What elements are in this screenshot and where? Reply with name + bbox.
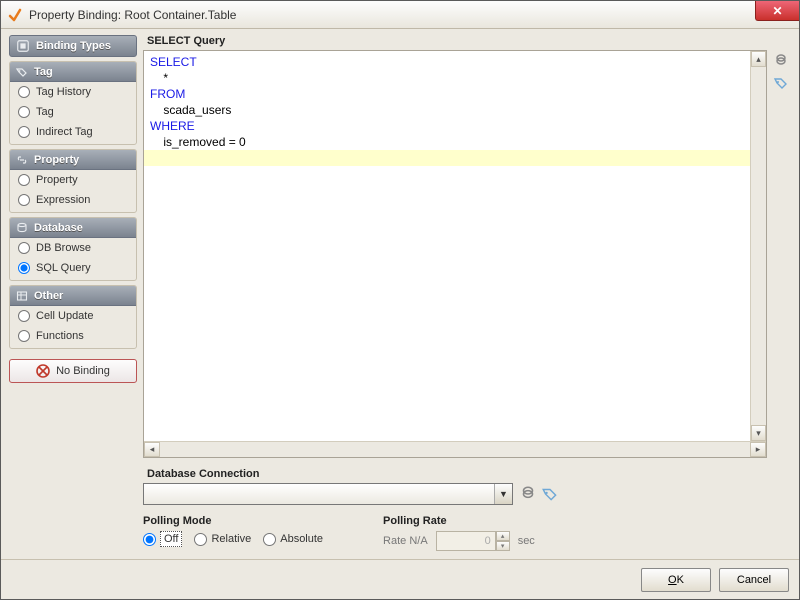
chevron-down-icon: ▼ xyxy=(494,484,512,504)
rate-unit: sec xyxy=(518,535,535,547)
sidebar-item-cell-update[interactable]: Cell Update xyxy=(10,306,136,326)
radio-property[interactable] xyxy=(18,174,30,186)
app-icon xyxy=(7,7,23,23)
rate-spinner: ▴ ▾ xyxy=(436,531,510,551)
binding-types-icon xyxy=(16,39,30,53)
scroll-right-button[interactable]: ▸ xyxy=(750,442,766,457)
rate-spin-up: ▴ xyxy=(496,531,510,541)
insert-property-icon[interactable] xyxy=(772,52,790,70)
polling-radio-off[interactable] xyxy=(143,533,156,546)
group-title: Property xyxy=(34,154,79,166)
window-title: Property Binding: Root Container.Table xyxy=(29,8,236,22)
scroll-down-button[interactable]: ▾ xyxy=(751,425,766,441)
polling-radio-absolute[interactable] xyxy=(263,533,276,546)
main-panel: SELECT Query SELECT * FROM scada_users W… xyxy=(143,35,791,551)
db-connection-dropdown[interactable]: ▼ xyxy=(143,483,513,505)
sidebar-item-label: Property xyxy=(36,174,78,186)
radio-sql-query[interactable] xyxy=(18,262,30,274)
group-title: Tag xyxy=(34,66,53,78)
radio-tag-history[interactable] xyxy=(18,86,30,98)
radio-functions[interactable] xyxy=(18,330,30,342)
radio-tag[interactable] xyxy=(18,106,30,118)
polling-option-off[interactable]: Off xyxy=(143,531,182,547)
polling-option-label: Absolute xyxy=(280,533,323,545)
sidebar-item-label: Tag xyxy=(36,106,54,118)
sidebar-group-database: Database DB Browse SQL Query xyxy=(9,217,137,281)
no-binding-icon xyxy=(36,364,50,378)
sidebar: Binding Types Tag Tag History Tag Indirect … xyxy=(9,35,137,551)
sidebar-item-property[interactable]: Property xyxy=(10,170,136,190)
footer: OK Cancel xyxy=(1,559,799,599)
polling-option-absolute[interactable]: Absolute xyxy=(263,533,323,546)
editor-wrap: SELECT * FROM scada_users WHERE is_remov… xyxy=(143,50,791,458)
sidebar-item-tag-history[interactable]: Tag History xyxy=(10,82,136,102)
vertical-scrollbar[interactable]: ▴ ▾ xyxy=(750,51,766,441)
cancel-button[interactable]: Cancel xyxy=(719,568,789,592)
sidebar-item-indirect-tag[interactable]: Indirect Tag xyxy=(10,122,136,142)
polling-rate-label: Polling Rate xyxy=(383,515,535,527)
group-header-property: Property xyxy=(10,150,136,170)
sidebar-header: Binding Types xyxy=(9,35,137,57)
radio-cell-update[interactable] xyxy=(18,310,30,322)
titlebar: Property Binding: Root Container.Table ✕ xyxy=(1,1,799,29)
body: Binding Types Tag Tag History Tag Indirect … xyxy=(1,29,799,559)
polling-mode-label: Polling Mode xyxy=(143,515,323,527)
close-button[interactable]: ✕ xyxy=(755,1,799,21)
radio-db-browse[interactable] xyxy=(18,242,30,254)
db-tag-icon[interactable] xyxy=(541,485,559,503)
link-icon xyxy=(16,154,28,166)
query-editor-frame: SELECT * FROM scada_users WHERE is_remov… xyxy=(143,50,767,458)
ok-button[interactable]: OK xyxy=(641,568,711,592)
group-title: Other xyxy=(34,290,63,302)
table-icon xyxy=(16,290,28,302)
tag-icon xyxy=(16,66,28,78)
no-binding-button[interactable]: No Binding xyxy=(9,359,137,383)
sidebar-item-tag[interactable]: Tag xyxy=(10,102,136,122)
query-editor[interactable]: SELECT * FROM scada_users WHERE is_remov… xyxy=(144,51,750,441)
no-binding-label: No Binding xyxy=(56,365,110,377)
sidebar-item-label: Tag History xyxy=(36,86,91,98)
rate-spin-down: ▾ xyxy=(496,541,510,551)
polling-radio-relative[interactable] xyxy=(194,533,207,546)
sidebar-item-label: DB Browse xyxy=(36,242,91,254)
polling-option-label: Off xyxy=(160,531,182,547)
scroll-left-button[interactable]: ◂ xyxy=(144,442,160,457)
sidebar-header-label: Binding Types xyxy=(36,40,111,52)
scroll-up-button[interactable]: ▴ xyxy=(751,51,766,67)
rate-input xyxy=(436,531,496,551)
editor-side-tools xyxy=(771,50,791,458)
close-icon: ✕ xyxy=(772,5,782,17)
sidebar-item-functions[interactable]: Functions xyxy=(10,326,136,346)
polling-option-label: Relative xyxy=(211,533,251,545)
sidebar-group-other: Other Cell Update Functions xyxy=(9,285,137,349)
sidebar-item-label: Indirect Tag xyxy=(36,126,93,138)
polling-section: Polling Mode Off Relative Absolute Polling… xyxy=(143,515,791,551)
db-link-icon[interactable] xyxy=(519,485,537,503)
sidebar-item-sql-query[interactable]: SQL Query xyxy=(10,258,136,278)
sidebar-item-label: Functions xyxy=(36,330,84,342)
sidebar-item-label: Expression xyxy=(36,194,90,206)
radio-expression[interactable] xyxy=(18,194,30,206)
sidebar-item-label: SQL Query xyxy=(36,262,91,274)
polling-option-relative[interactable]: Relative xyxy=(194,533,251,546)
group-title: Database xyxy=(34,222,83,234)
rate-prefix: Rate N/A xyxy=(383,535,428,547)
property-binding-window: Property Binding: Root Container.Table ✕… xyxy=(0,0,800,600)
radio-indirect-tag[interactable] xyxy=(18,126,30,138)
select-query-label: SELECT Query xyxy=(147,35,791,47)
sidebar-group-tag: Tag Tag History Tag Indirect Tag xyxy=(9,61,137,145)
insert-tag-icon[interactable] xyxy=(772,74,790,92)
sidebar-item-expression[interactable]: Expression xyxy=(10,190,136,210)
database-icon xyxy=(16,222,28,234)
horizontal-scrollbar[interactable]: ◂ ▸ xyxy=(144,441,766,457)
group-header-database: Database xyxy=(10,218,136,238)
group-header-other: Other xyxy=(10,286,136,306)
db-connection-section: Database Connection ▼ xyxy=(143,468,791,505)
sidebar-item-label: Cell Update xyxy=(36,310,93,322)
sidebar-group-property: Property Property Expression xyxy=(9,149,137,213)
sidebar-item-db-browse[interactable]: DB Browse xyxy=(10,238,136,258)
group-header-tag: Tag xyxy=(10,62,136,82)
db-connection-label: Database Connection xyxy=(147,468,791,480)
